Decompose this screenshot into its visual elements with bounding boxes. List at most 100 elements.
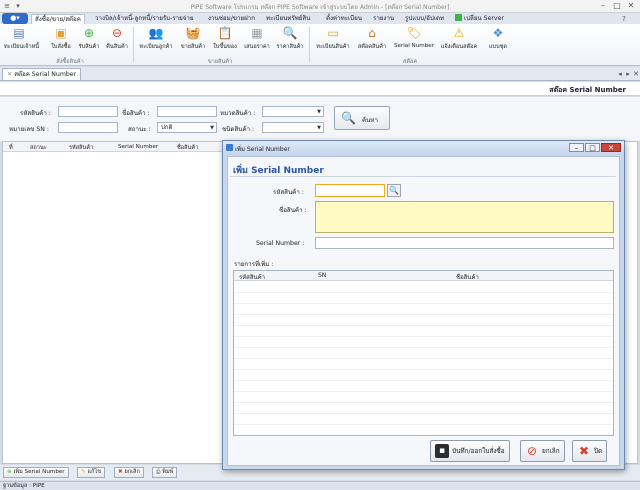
serial-number-label: Serial Number bbox=[393, 43, 435, 49]
return-goods-button[interactable]: ⊖ คืนสินค้า bbox=[104, 26, 130, 56]
dialog-product-code-input[interactable] bbox=[315, 184, 385, 197]
floppy-disk-icon: ▪ bbox=[435, 444, 449, 458]
tab-scroll-left-icon[interactable]: ◂ bbox=[616, 70, 624, 78]
grid-col-serial[interactable]: Serial Number bbox=[118, 144, 158, 150]
list-row-line bbox=[234, 424, 613, 425]
dialog-list-col-sn[interactable]: SN bbox=[318, 272, 326, 279]
dialog-list-col-code[interactable]: รหัสสินค้า bbox=[239, 272, 265, 282]
tab-close-icon[interactable]: ✕ bbox=[7, 71, 12, 78]
dialog-added-list[interactable] bbox=[233, 270, 614, 436]
quotation-button[interactable]: ▦ เสนอราคา bbox=[243, 26, 271, 56]
save-order-button[interactable]: ▪ บันทึก/ออกใบสั่งซื้อ bbox=[430, 440, 510, 462]
customers-label: ทะเบียนลูกค้า bbox=[139, 44, 173, 50]
stock-goods-button[interactable]: ⌂ สต๊อคสินค้า bbox=[354, 26, 390, 56]
group-label-stock: สต๊อค bbox=[402, 59, 418, 65]
bundle-label: แบบชุด bbox=[488, 44, 508, 50]
dialog-close-action-button[interactable]: ✖ ปิด bbox=[572, 440, 608, 462]
add-serial-button[interactable]: ⊕ เพิ่ม Serial Number bbox=[3, 467, 69, 478]
tab-reports[interactable]: รายงาน bbox=[373, 14, 394, 24]
filter-product-name-input[interactable] bbox=[157, 106, 217, 117]
filter-status-select[interactable]: ปกติ ▼ bbox=[157, 122, 217, 133]
list-row-line bbox=[234, 402, 613, 403]
receive-goods-button[interactable]: ⊕ รับสินค้า bbox=[76, 26, 102, 56]
search-button[interactable]: 🔍 ค้นหา bbox=[334, 106, 390, 130]
grid-col-index[interactable]: ที่ bbox=[9, 144, 13, 152]
tab-update[interactable]: รูปแบบ/อัปเดท bbox=[405, 14, 444, 24]
tab-stock[interactable]: สั่งซื้อ/ขาย/สต๊อค bbox=[31, 14, 85, 24]
supplier-book-icon: ▤ bbox=[13, 26, 25, 40]
delivery-note-button[interactable]: 📋 ใบขึ้นของ bbox=[211, 26, 239, 56]
maximize-button[interactable]: □ bbox=[610, 1, 624, 11]
dialog-maximize-button[interactable]: □ bbox=[585, 143, 600, 152]
server-icon bbox=[455, 14, 462, 21]
grid-col-product-code[interactable]: รหัสสินค้า bbox=[69, 144, 93, 152]
sell-goods-button[interactable]: 🧺 ขายสินค้า bbox=[179, 26, 207, 56]
tab-scroll-right-icon[interactable]: ▸ bbox=[624, 70, 632, 78]
filter-product-code-label: รหัสสินค้า : bbox=[20, 110, 51, 117]
filter-product-code-input[interactable] bbox=[58, 106, 118, 117]
dialog-title: เพิ่ม Serial Number bbox=[235, 146, 290, 153]
document-tab-serial[interactable]: ✕ สต๊อค Serial Number bbox=[2, 68, 82, 80]
dialog-minimize-button[interactable]: – bbox=[569, 143, 584, 152]
dialog-serial-input[interactable] bbox=[315, 237, 614, 249]
purchase-order-button[interactable]: ▣ ใบสั่งซื้อ bbox=[48, 26, 74, 56]
group-separator bbox=[133, 27, 134, 63]
tab-billing[interactable]: วางบิล/เจ้าหนี้-ลูกหนี้/รายรับ-รายจ่าย bbox=[95, 14, 194, 24]
lookup-product-button[interactable]: 🔍 bbox=[387, 184, 401, 197]
return-goods-label: คืนสินค้า bbox=[106, 44, 128, 50]
quick-access-icon[interactable]: ▾ bbox=[14, 2, 22, 10]
grid-col-product-name[interactable]: ชื่อสินค้า bbox=[177, 144, 198, 152]
chevron-down-icon: ▼ bbox=[317, 109, 321, 115]
receive-goods-icon: ⊕ bbox=[83, 26, 95, 40]
group-separator bbox=[309, 27, 310, 63]
dialog-app-icon bbox=[226, 144, 233, 151]
clipboard-icon: 📋 bbox=[217, 26, 233, 40]
quotation-icon: ▦ bbox=[251, 26, 263, 40]
filter-category-label: หมวดสินค้า : bbox=[220, 110, 256, 117]
search-button-label: ค้นหา bbox=[362, 117, 378, 124]
cancel-record-button[interactable]: ✖ ยกเลิก bbox=[114, 467, 144, 478]
price-check-button[interactable]: 🔍 ราคาสินค้า bbox=[275, 26, 305, 56]
list-row-line bbox=[234, 391, 613, 392]
tab-change-server[interactable]: เปลี่ยน Server bbox=[455, 14, 504, 24]
filter-product-name-label: ชื่อสินค้า : bbox=[122, 110, 150, 117]
supplier-book-button[interactable]: ▤ ทะเบียนเจ้าหนี้ bbox=[4, 26, 39, 56]
list-row-line bbox=[234, 325, 613, 326]
customers-button[interactable]: 👥 ทะเบียนลูกค้า bbox=[137, 26, 175, 56]
tab-repair[interactable]: งานซ่อม/ขายฝาก bbox=[208, 14, 255, 24]
stock-alert-button[interactable]: ⚠ แจ้งเตือนสต๊อค bbox=[437, 26, 481, 56]
serial-number-button[interactable]: 🏷 Serial Number bbox=[392, 26, 436, 56]
dialog-heading: เพิ่ม Serial Number bbox=[233, 166, 324, 176]
dialog-close-button[interactable]: ✕ bbox=[601, 143, 621, 152]
dialog-added-list-label: รายการที่เพิ่ม : bbox=[234, 261, 274, 268]
close-window-button[interactable]: ✕ bbox=[624, 1, 638, 11]
help-icon[interactable]: ? bbox=[620, 15, 628, 23]
print-label: พิมพ์ bbox=[162, 469, 174, 475]
tag-icon: 🏷 bbox=[406, 26, 422, 40]
app-menu-icon[interactable]: ≡ bbox=[3, 2, 11, 10]
application-orb-button[interactable]: ●▾ bbox=[2, 13, 28, 24]
document-tab-row bbox=[0, 67, 640, 81]
tab-settings[interactable]: ตั้งค่าทะเบียน bbox=[326, 14, 362, 24]
sell-goods-label: ขายสินค้า bbox=[180, 44, 206, 50]
basket-icon: 🧺 bbox=[185, 26, 201, 40]
bundle-button[interactable]: ❖ แบบชุด bbox=[484, 26, 512, 56]
print-button[interactable]: ⎙ พิมพ์ bbox=[152, 467, 178, 478]
filter-type-select[interactable]: ▼ bbox=[262, 122, 324, 133]
product-box-icon: ▭ bbox=[327, 26, 339, 40]
filter-category-select[interactable]: ▼ bbox=[262, 106, 324, 117]
filter-sn-input[interactable] bbox=[58, 122, 118, 133]
dialog-product-name-display bbox=[315, 201, 614, 233]
tab-assets[interactable]: ทะเบียนทรัพย์สิน bbox=[266, 14, 310, 24]
dialog-list-col-name[interactable]: ชื่อสินค้า bbox=[456, 272, 479, 282]
edit-label: แก้ไข bbox=[87, 469, 102, 475]
minimize-button[interactable]: – bbox=[596, 1, 610, 11]
product-register-button[interactable]: ▭ ทะเบียนสินค้า bbox=[313, 26, 353, 56]
edit-button[interactable]: ✎ แก้ไข bbox=[77, 467, 106, 478]
tab-close-all-icon[interactable]: ✕ bbox=[632, 70, 640, 78]
supplier-book-label: ทะเบียนเจ้าหนี้ bbox=[4, 44, 40, 50]
grid-col-status[interactable]: สถานะ bbox=[30, 144, 47, 152]
stock-alert-label: แจ้งเตือนสต๊อค bbox=[440, 44, 478, 50]
group-label-purchase: สั่งซื้อสินค้า bbox=[56, 59, 84, 65]
dialog-cancel-button[interactable]: ⊘ ยกเลิก bbox=[520, 440, 565, 462]
